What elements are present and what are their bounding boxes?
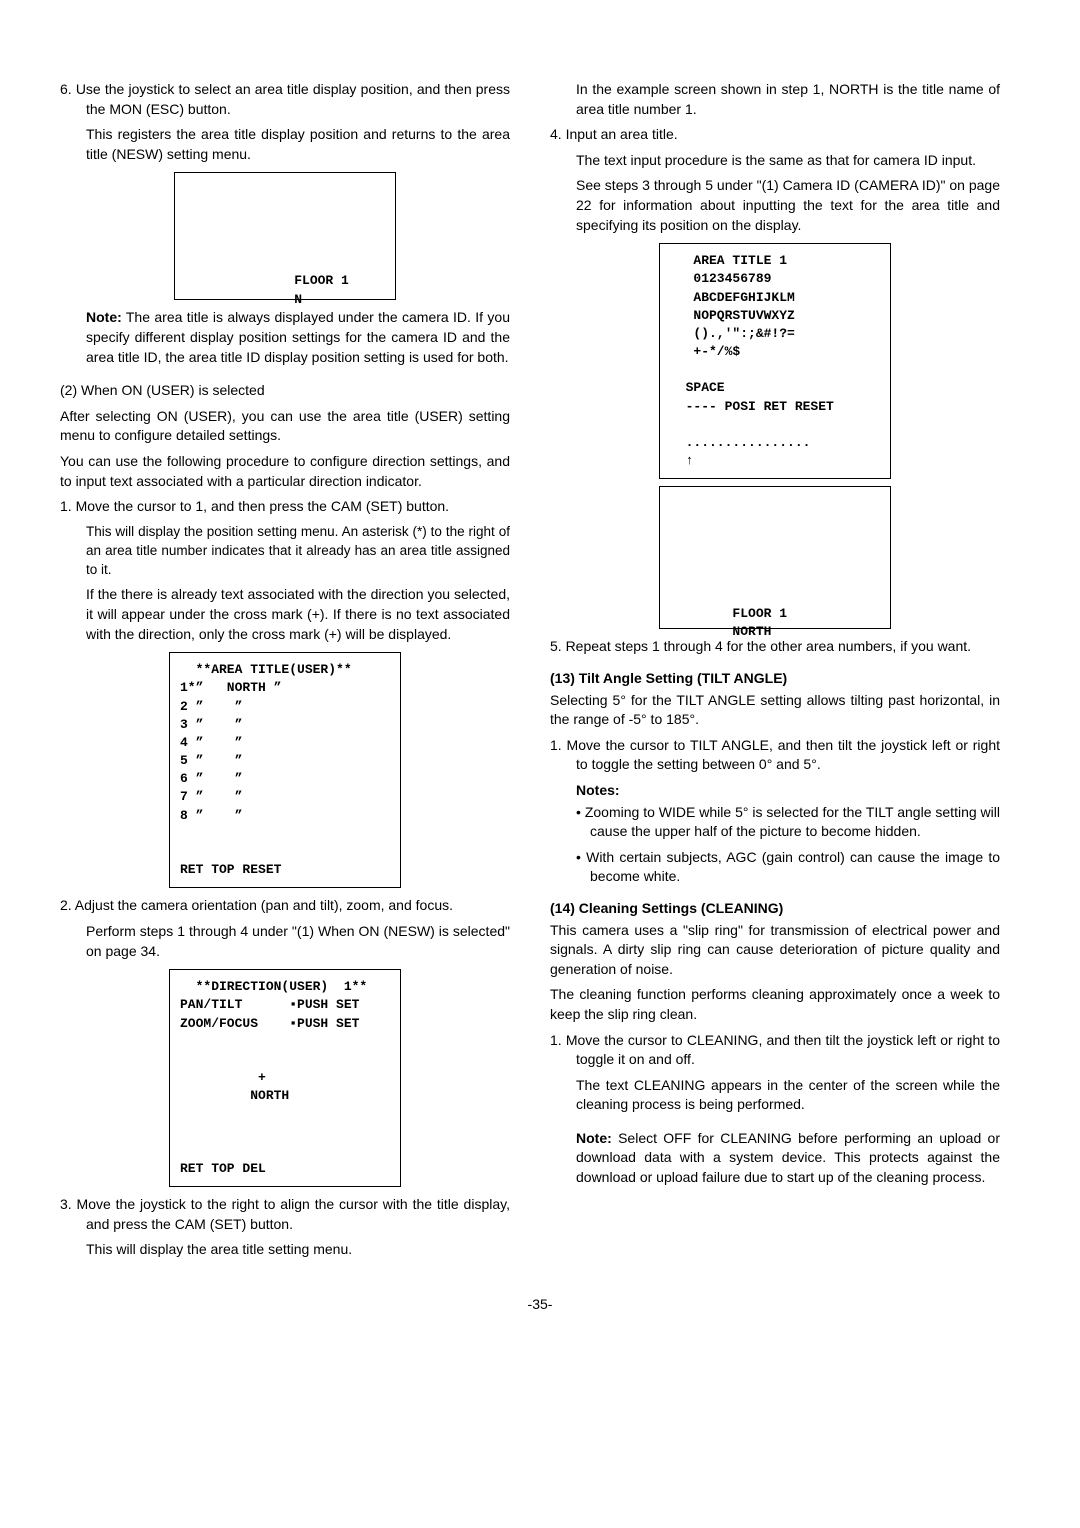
step3a: 3. Move the joystick to the right to ali…	[60, 1195, 510, 1234]
step6a: 6. Use the joystick to select an area ti…	[60, 80, 510, 119]
p14c: 1. Move the cursor to CLEANING, and then…	[550, 1031, 1000, 1070]
step1b: This will display the position setting m…	[60, 523, 510, 580]
step2b: Perform steps 1 through 4 under "(1) Whe…	[60, 922, 510, 961]
right-top-a: In the example screen shown in step 1, N…	[550, 80, 1000, 119]
step3b: This will display the area title setting…	[60, 1240, 510, 1260]
on-user-p1: After selecting ON (USER), you can use t…	[60, 407, 510, 446]
step6b: This registers the area title display po…	[60, 125, 510, 164]
note14-text: Select OFF for CLEANING before performin…	[576, 1130, 1000, 1185]
screen-direction-user: **DIRECTION(USER) 1** PAN/TILT ▪PUSH SET…	[169, 969, 401, 1187]
note1: • Zooming to WIDE while 5° is selected f…	[550, 803, 1000, 842]
note1-text: Zooming to WIDE while 5° is selected for…	[585, 804, 1000, 840]
step4a: 4. Input an area title.	[550, 125, 1000, 145]
p13b: 1. Move the cursor to TILT ANGLE, and th…	[550, 736, 1000, 775]
step1c: If the there is already text associated …	[60, 585, 510, 644]
p14d: The text CLEANING appears in the center …	[550, 1076, 1000, 1115]
screen-floor1: FLOOR 1 N	[174, 172, 396, 300]
note14-label: Note:	[576, 1130, 612, 1146]
note14: Note: Select OFF for CLEANING before per…	[550, 1129, 1000, 1188]
p14b: The cleaning function performs cleaning …	[550, 985, 1000, 1024]
note2: • With certain subjects, AGC (gain contr…	[550, 848, 1000, 887]
step5: 5. Repeat steps 1 through 4 for the othe…	[550, 637, 1000, 657]
notes-label: Notes:	[550, 781, 1000, 801]
screen-area-title-user: **AREA TITLE(USER)** 1*” NORTH ” 2 ” ” 3…	[169, 652, 401, 888]
p14a: This camera uses a "slip ring" for trans…	[550, 921, 1000, 980]
on-user-p2: You can use the following procedure to c…	[60, 452, 510, 491]
note-text: The area title is always displayed under…	[86, 309, 510, 364]
note-area-title: Note: The area title is always displayed…	[60, 308, 510, 367]
p13a: Selecting 5° for the TILT ANGLE setting …	[550, 691, 1000, 730]
step4b: The text input procedure is the same as …	[550, 151, 1000, 171]
screen-floor1-north: FLOOR 1 NORTH	[659, 486, 891, 629]
step4c: See steps 3 through 5 under "(1) Camera …	[550, 176, 1000, 235]
on-user-heading: (2) When ON (USER) is selected	[60, 381, 510, 401]
page-number: -35-	[0, 1296, 1080, 1312]
screen-area-title-1: AREA TITLE 1 0123456789 ABCDEFGHIJKLM NO…	[659, 243, 891, 479]
step1a: 1. Move the cursor to 1, and then press …	[60, 497, 510, 517]
note-label: Note:	[86, 309, 122, 325]
heading-cleaning: (14) Cleaning Settings (CLEANING)	[550, 899, 1000, 919]
heading-tilt-angle: (13) Tilt Angle Setting (TILT ANGLE)	[550, 669, 1000, 689]
step2a: 2. Adjust the camera orientation (pan an…	[60, 896, 510, 916]
note2-text: With certain subjects, AGC (gain control…	[586, 849, 1000, 885]
